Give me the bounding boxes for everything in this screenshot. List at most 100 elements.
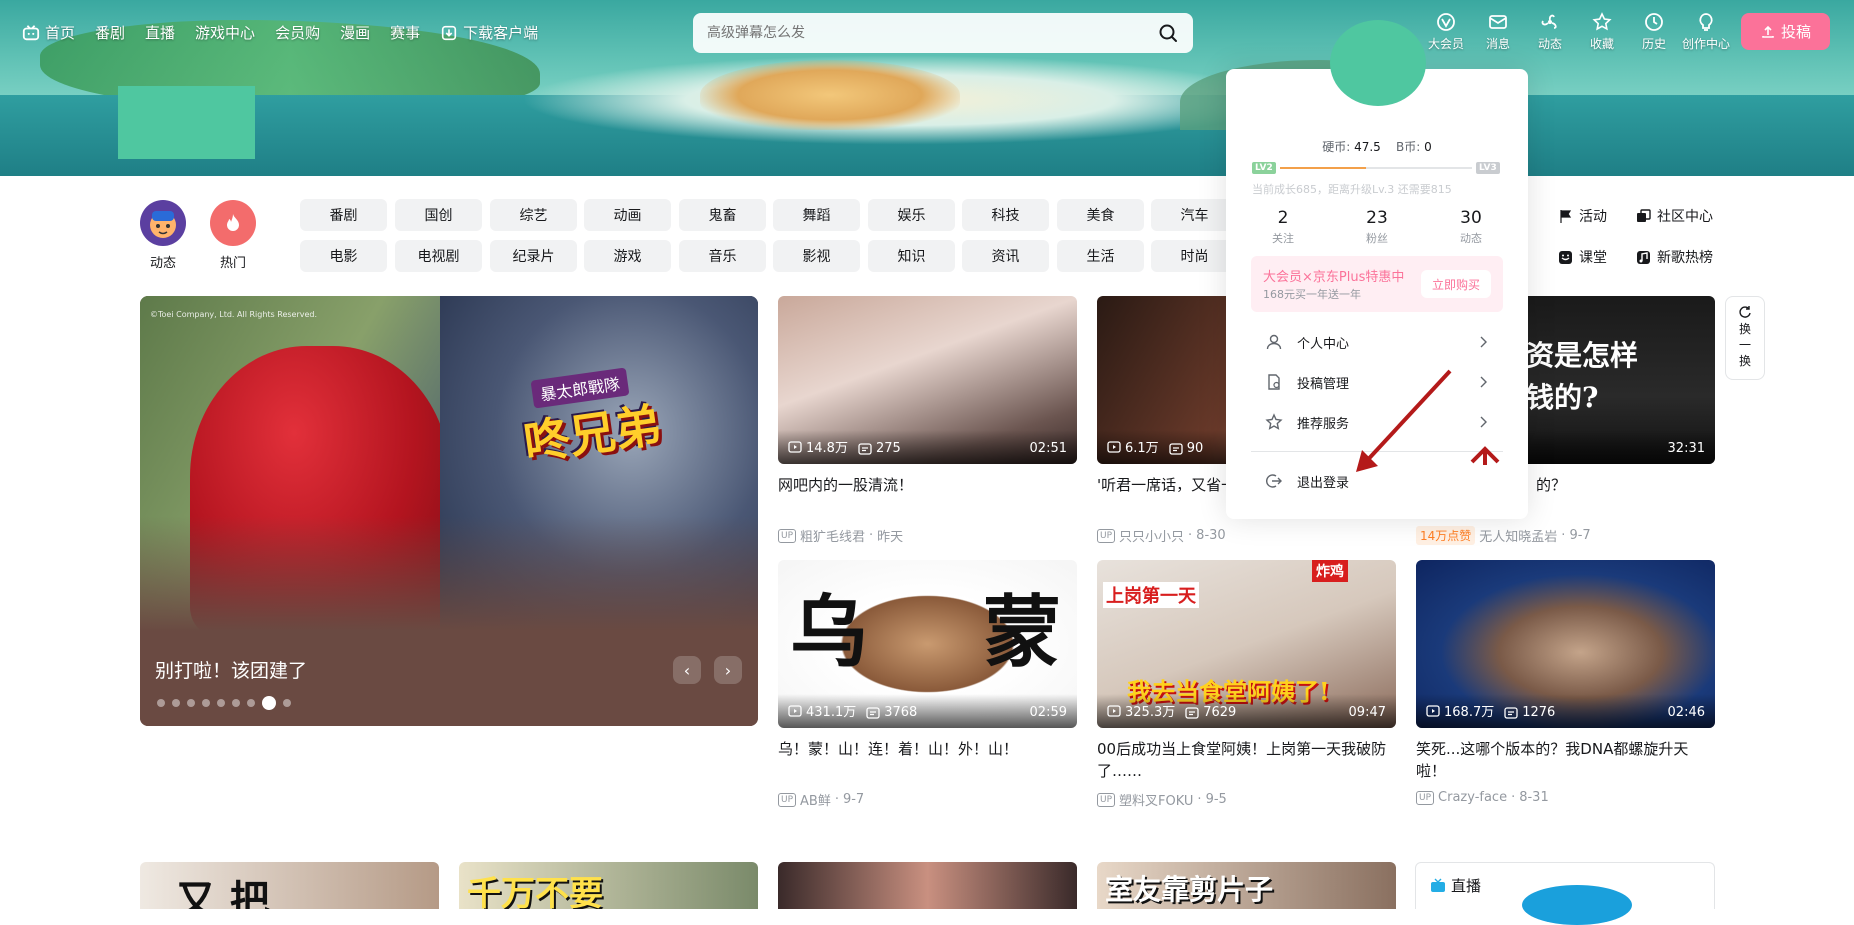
side-link-music-chart[interactable]: 新歌热榜: [1636, 247, 1713, 267]
pagination-dot[interactable]: [187, 699, 195, 707]
video-stats: 168.7万 1276 02:46: [1416, 694, 1715, 728]
vip-icon: [1437, 13, 1455, 31]
side-link-community[interactable]: 社区中心: [1636, 206, 1713, 226]
pagination-dot[interactable]: [247, 699, 255, 707]
pagination-dot[interactable]: [217, 699, 225, 707]
menu-upload-management[interactable]: 投稿管理: [1251, 364, 1503, 400]
video-author[interactable]: Crazy-face: [1438, 790, 1507, 805]
menu-logout[interactable]: 退出登录: [1251, 463, 1503, 499]
live-card[interactable]: 直播: [1415, 862, 1715, 925]
nav-favorites[interactable]: 收藏: [1576, 12, 1628, 52]
following-count[interactable]: 2 关注: [1236, 208, 1330, 246]
channel-chip[interactable]: 国创: [395, 199, 482, 231]
channel-chip[interactable]: 时尚: [1151, 240, 1238, 272]
nav-dynamic[interactable]: 动态: [1524, 12, 1576, 52]
menu-recommend-service[interactable]: 推荐服务: [1251, 404, 1503, 440]
channel-chip[interactable]: 影视: [773, 240, 860, 272]
vip-promo-banner[interactable]: 大会员×京东Plus特惠中 168元买一年送一年 立即购买: [1251, 256, 1503, 312]
nav-manga[interactable]: 漫画: [340, 22, 370, 43]
channel-chip[interactable]: 生活: [1057, 240, 1144, 272]
hero-caption[interactable]: 别打啦！该团建了: [155, 656, 307, 683]
nav-game-center[interactable]: 游戏中心: [195, 22, 255, 43]
hero-next-button[interactable]: ›: [714, 656, 742, 684]
video-thumbnail[interactable]: [778, 862, 1077, 909]
nav-history[interactable]: 历史: [1628, 12, 1680, 52]
refresh-button[interactable]: 换 一 换: [1725, 296, 1765, 380]
video-thumbnail[interactable]: 千万不要: [459, 862, 758, 909]
pagination-dot[interactable]: [232, 699, 240, 707]
count-label: 关注: [1272, 232, 1294, 245]
channel-chip[interactable]: 舞蹈: [773, 199, 860, 231]
nav-vip[interactable]: 大会员: [1420, 12, 1472, 52]
pagination-dot[interactable]: [283, 699, 291, 707]
video-author[interactable]: 无人知晓孟岩: [1479, 526, 1557, 545]
quick-dynamic[interactable]: 动态: [138, 200, 188, 271]
channel-chip[interactable]: 知识: [868, 240, 955, 272]
video-card[interactable]: 14.8万 275 02:51 网吧内的一股清流！ UP 粗犷毛线君 · 昨天: [778, 296, 1077, 545]
pagination-dot[interactable]: [202, 699, 210, 707]
menu-label: 个人中心: [1297, 336, 1350, 352]
channel-chip[interactable]: 资讯: [962, 240, 1049, 272]
video-author[interactable]: AB鲜: [800, 790, 831, 809]
video-thumbnail[interactable]: 乌 蒙 431.1万 3768 02:59: [778, 560, 1077, 728]
channel-chip[interactable]: 纪录片: [490, 240, 577, 272]
hero-prev-button[interactable]: ‹: [673, 656, 701, 684]
posts-count[interactable]: 30 动态: [1424, 208, 1518, 246]
nav-mall[interactable]: 会员购: [275, 22, 320, 43]
video-meta: UP 粗犷毛线君 · 昨天: [778, 526, 1077, 545]
channel-chip[interactable]: 电影: [300, 240, 387, 272]
channel-chip[interactable]: 美食: [1057, 199, 1144, 231]
avatar[interactable]: [1330, 20, 1426, 106]
channel-chip[interactable]: 动画: [584, 199, 671, 231]
video-thumbnail[interactable]: 上岗第一天 炸鸡 我去当食堂阿姨了! 325.3万 7629 09:47: [1097, 560, 1396, 728]
search-input[interactable]: [707, 25, 1157, 41]
menu-personal-center[interactable]: 个人中心: [1251, 324, 1503, 360]
video-title[interactable]: 00后成功当上食堂阿姨！上岗第一天我破防了……: [1097, 738, 1396, 782]
coins-label: 硬币:: [1322, 140, 1351, 154]
top-nav: 首页 番剧 直播 游戏中心 会员购 漫画 赛事 下载客户端: [22, 22, 558, 43]
side-link-activity[interactable]: 活动: [1558, 206, 1607, 226]
video-thumbnail[interactable]: 室友靠剪片子: [1097, 862, 1396, 909]
nav-creator-center[interactable]: 创作中心: [1680, 12, 1732, 52]
nav-esports[interactable]: 赛事: [390, 22, 420, 43]
video-thumbnail[interactable]: 又 把: [140, 862, 439, 909]
pagination-dot[interactable]: [262, 696, 276, 710]
followers-count[interactable]: 23 粉丝: [1330, 208, 1424, 246]
channel-chip[interactable]: 音乐: [679, 240, 766, 272]
video-author[interactable]: 塑料叉FOKU: [1119, 790, 1193, 809]
nav-download-client[interactable]: 下载客户端: [440, 22, 538, 43]
video-thumbnail[interactable]: 14.8万 275 02:51: [778, 296, 1077, 464]
channel-chip[interactable]: 综艺: [490, 199, 577, 231]
channel-chip[interactable]: 游戏: [584, 240, 671, 272]
nav-live[interactable]: 直播: [145, 22, 175, 43]
channel-chip[interactable]: 番剧: [300, 199, 387, 231]
side-link-classroom[interactable]: 课堂: [1558, 247, 1607, 267]
chevron-right-icon: [1480, 336, 1487, 348]
pagination-dot[interactable]: [157, 699, 165, 707]
channel-chip[interactable]: 娱乐: [868, 199, 955, 231]
video-title[interactable]: 笑死...这哪个版本的？我DNA都螺旋升天啦！: [1416, 738, 1715, 782]
video-card[interactable]: 上岗第一天 炸鸡 我去当食堂阿姨了! 325.3万 7629 09:47 00后…: [1097, 560, 1396, 809]
search-icon[interactable]: [1157, 22, 1179, 44]
channel-chip[interactable]: 科技: [962, 199, 1049, 231]
video-title[interactable]: 乌！蒙！山！连！着！山！外！山！: [778, 738, 1077, 782]
quick-hot[interactable]: 热门: [208, 200, 258, 271]
video-author[interactable]: 粗犷毛线君: [800, 526, 865, 545]
channel-chip[interactable]: 电视剧: [395, 240, 482, 272]
video-thumbnail[interactable]: 168.7万 1276 02:46: [1416, 560, 1715, 728]
channel-chip[interactable]: 鬼畜: [679, 199, 766, 231]
danmaku-stat: 1276: [1504, 705, 1555, 720]
buy-now-button[interactable]: 立即购买: [1421, 270, 1491, 298]
nav-messages[interactable]: 消息: [1472, 12, 1524, 52]
hero-carousel[interactable]: ©Toei Company, Ltd. All Rights Reserved.…: [140, 296, 758, 726]
channel-chip[interactable]: 汽车: [1151, 199, 1238, 231]
site-logo[interactable]: [118, 86, 255, 159]
video-title[interactable]: 网吧内的一股清流！: [778, 474, 1077, 518]
video-card[interactable]: 168.7万 1276 02:46 笑死...这哪个版本的？我DNA都螺旋升天啦…: [1416, 560, 1715, 805]
upload-button[interactable]: 投稿: [1741, 13, 1830, 50]
pagination-dot[interactable]: [172, 699, 180, 707]
nav-anime[interactable]: 番剧: [95, 22, 125, 43]
video-card[interactable]: 乌 蒙 431.1万 3768 02:59 乌！蒙！山！连！着！山！外！山！ U…: [778, 560, 1077, 809]
nav-home[interactable]: 首页: [22, 22, 75, 43]
video-author[interactable]: 只只小小只: [1119, 526, 1184, 545]
